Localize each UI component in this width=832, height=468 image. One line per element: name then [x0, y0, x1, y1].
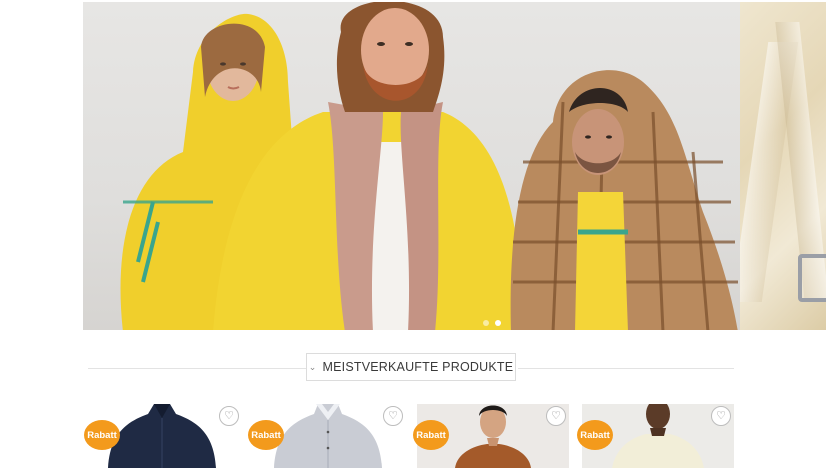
- discount-badge: Rabatt: [577, 420, 613, 450]
- heart-icon[interactable]: ♡: [219, 406, 239, 426]
- discount-badge: Rabatt: [413, 420, 449, 450]
- heart-icon[interactable]: ♡: [711, 406, 731, 426]
- carousel-dots: [483, 320, 501, 326]
- chevron-down-icon: ⌄: [308, 361, 317, 372]
- hero-image: [120, 2, 738, 330]
- section-divider-left: [88, 368, 306, 369]
- buckle-detail: [798, 254, 826, 302]
- hero-carousel[interactable]: [83, 2, 740, 330]
- heart-icon[interactable]: ♡: [383, 406, 403, 426]
- section-divider-right: [518, 368, 734, 369]
- section-title: MEISTVERKAUFTE PRODUKTE: [322, 360, 514, 374]
- carousel-dot-active[interactable]: [495, 320, 501, 326]
- discount-badge: Rabatt: [248, 420, 284, 450]
- next-slide-preview[interactable]: [740, 2, 826, 330]
- heart-icon[interactable]: ♡: [546, 406, 566, 426]
- discount-badge: Rabatt: [84, 420, 120, 450]
- model-right: [510, 70, 738, 330]
- section-heading: ⌄ MEISTVERKAUFTE PRODUKTE: [306, 353, 516, 381]
- carousel-dot[interactable]: [483, 320, 489, 326]
